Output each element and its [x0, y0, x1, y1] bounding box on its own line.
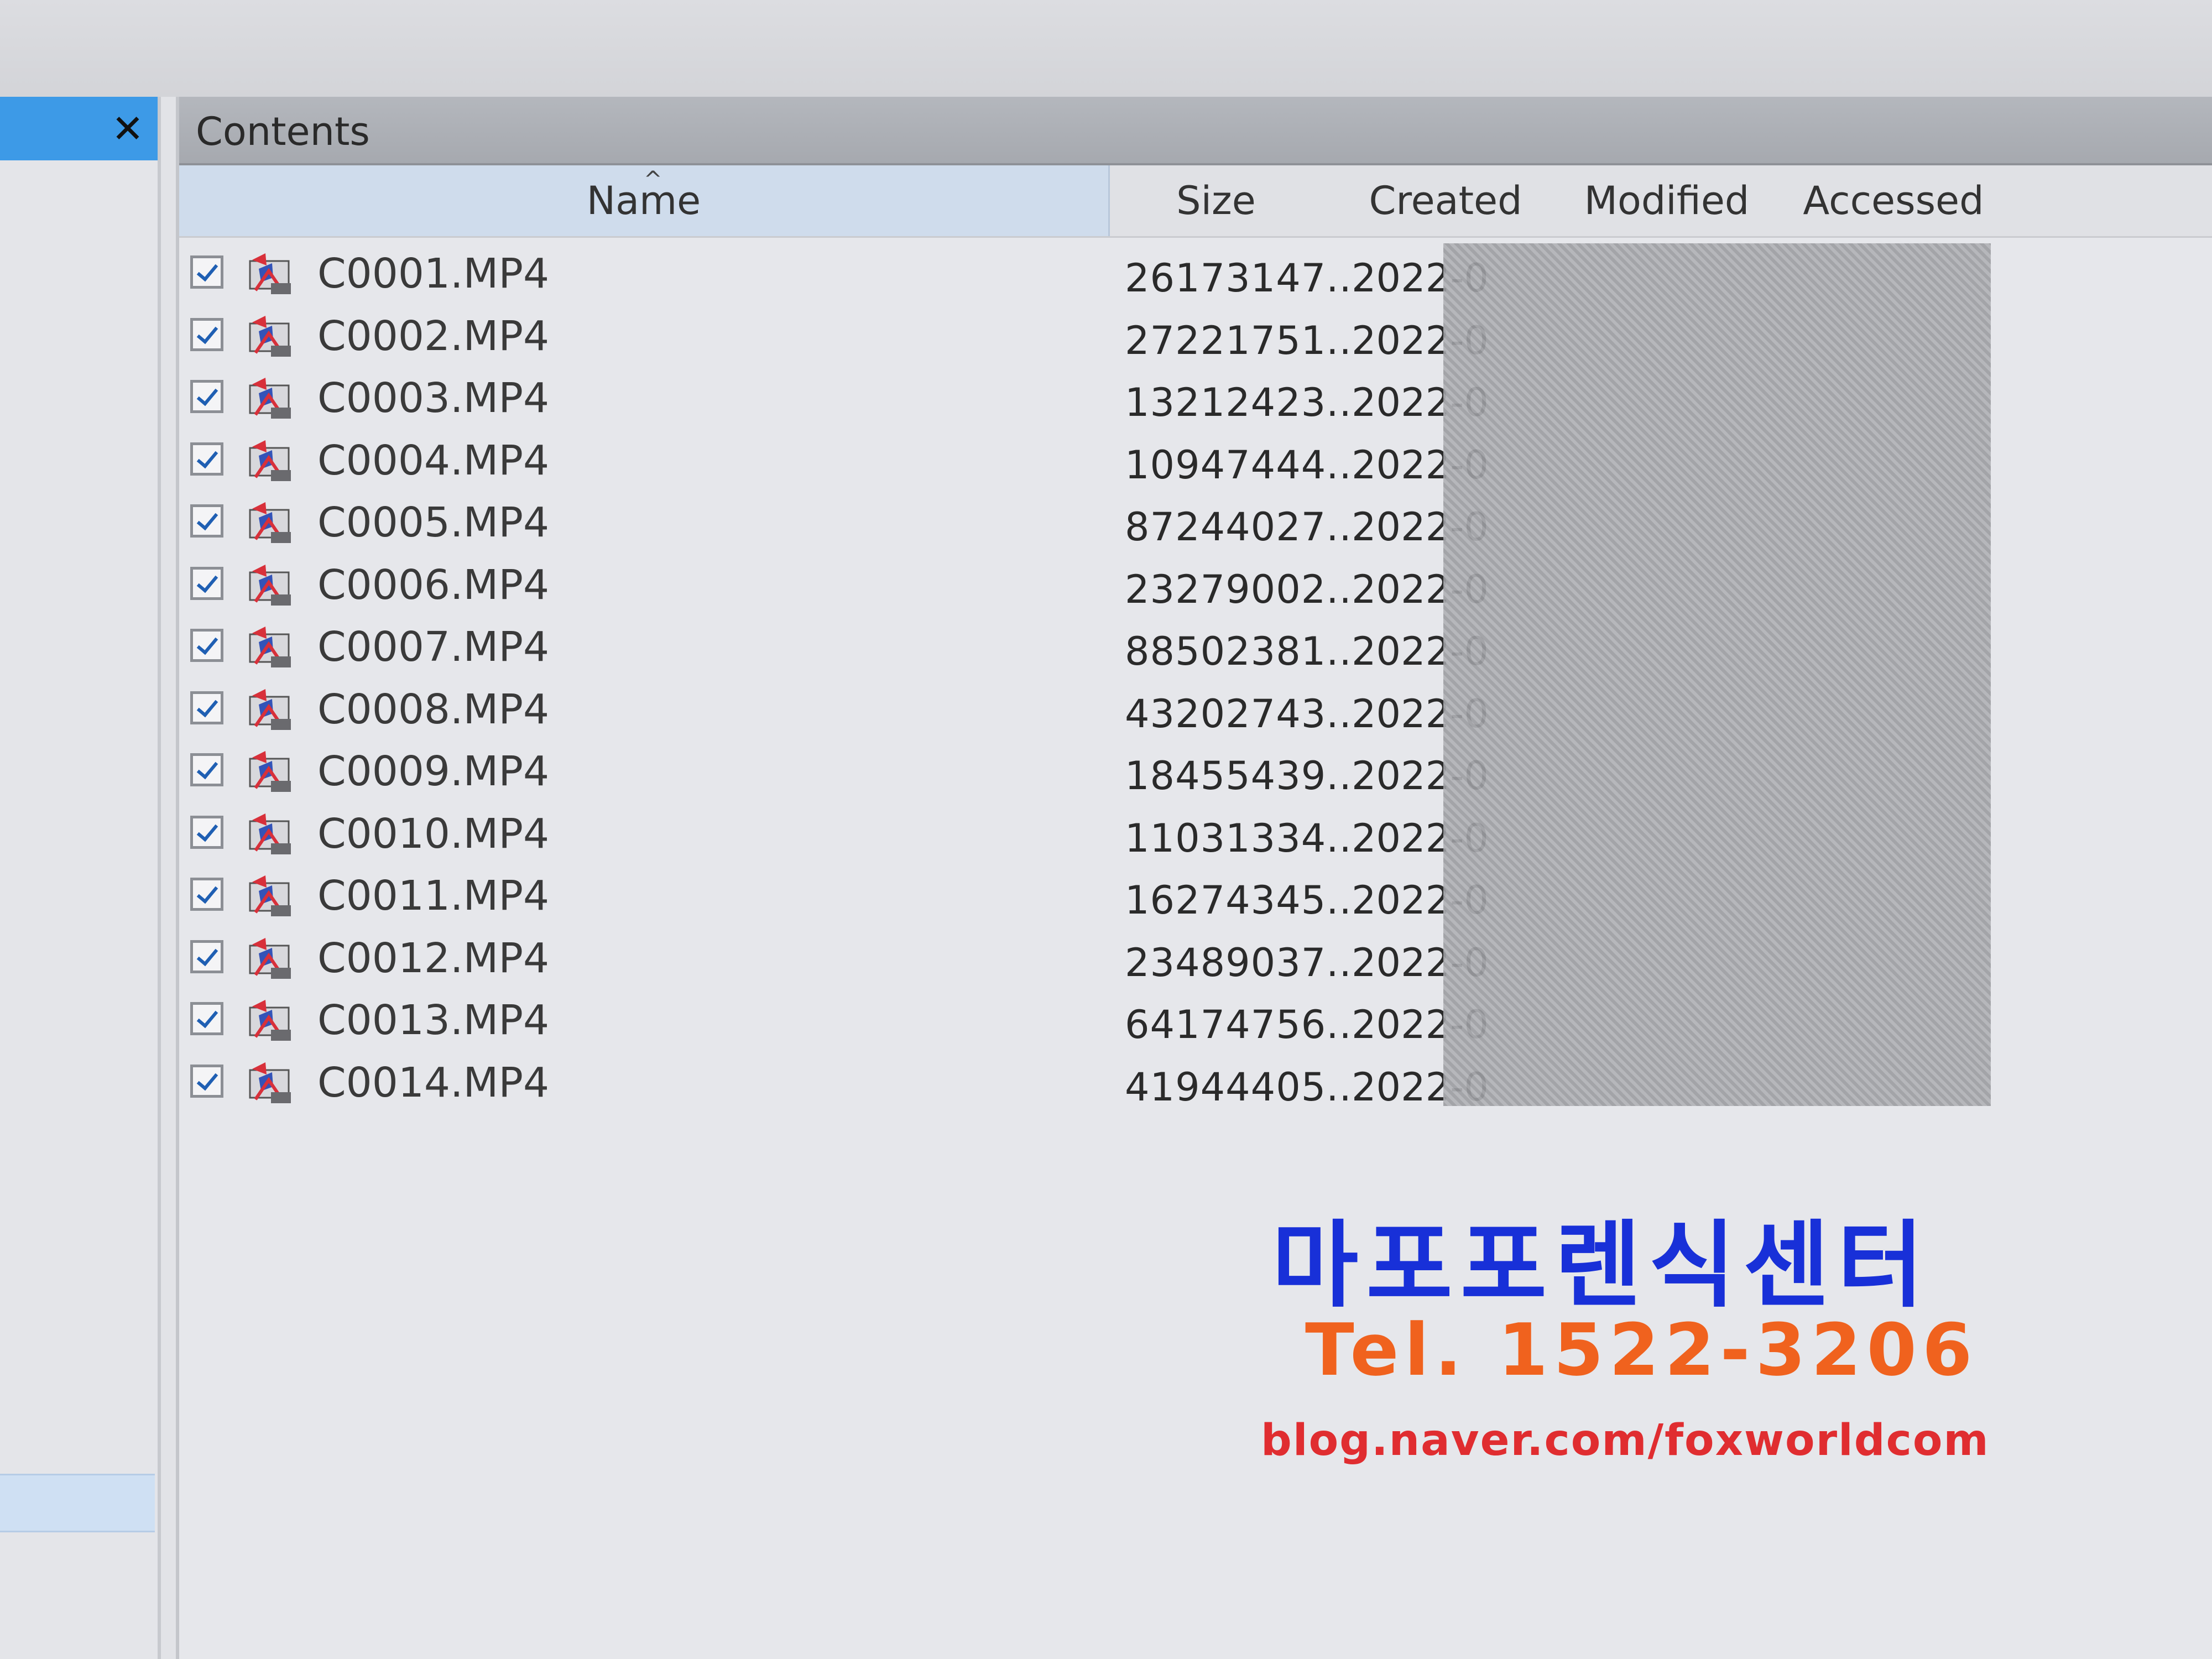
- file-name: C0013.MP4: [317, 997, 550, 1044]
- file-name: C0011.MP4: [317, 872, 550, 920]
- column-header-size[interactable]: Size: [1114, 165, 1318, 236]
- close-icon[interactable]: ✕: [106, 107, 150, 151]
- video-file-icon: [244, 622, 294, 672]
- file-name: C0007.MP4: [317, 623, 550, 671]
- video-file-icon: [244, 249, 294, 299]
- file-size: 87244027...: [1125, 504, 1365, 550]
- file-name: C0003.MP4: [317, 374, 550, 422]
- left-pane: ✕: [0, 97, 161, 1659]
- video-file-icon: [244, 933, 294, 983]
- contents-title-bar: Contents: [179, 97, 2212, 165]
- file-size: 43202743...: [1125, 691, 1365, 737]
- checked-checkbox-icon[interactable]: [190, 1002, 223, 1035]
- watermark-blog: blog.naver.com/foxworldcom: [1261, 1416, 1990, 1465]
- checked-checkbox-icon[interactable]: [190, 691, 223, 724]
- checked-checkbox-icon[interactable]: [190, 442, 223, 476]
- file-size: 64174756...: [1125, 1002, 1365, 1047]
- checked-checkbox-icon[interactable]: [190, 940, 223, 973]
- checked-checkbox-icon[interactable]: [190, 1064, 223, 1098]
- video-file-icon: [244, 995, 294, 1045]
- file-name: C0014.MP4: [317, 1058, 550, 1107]
- column-header: ^ Name Size Created Modified Accessed: [179, 165, 2212, 238]
- file-size: 23279002...: [1125, 566, 1365, 612]
- video-file-icon: [244, 1058, 294, 1108]
- video-file-icon: [244, 560, 294, 610]
- file-size: 23489037...: [1125, 940, 1365, 985]
- file-size: 16274345...: [1125, 878, 1365, 923]
- watermark-tel: Tel. 1522-3206: [1305, 1308, 1978, 1392]
- file-name: C0001.MP4: [317, 250, 550, 298]
- contents-title: Contents: [196, 109, 370, 154]
- file-size: 10947444...: [1125, 442, 1365, 488]
- file-size: 11031334...: [1125, 815, 1365, 861]
- file-name: C0008.MP4: [317, 685, 550, 733]
- checked-checkbox-icon[interactable]: [190, 815, 223, 849]
- file-name: C0006.MP4: [317, 561, 550, 609]
- checked-checkbox-icon[interactable]: [190, 380, 223, 413]
- sort-ascending-icon: ^: [644, 167, 662, 192]
- file-name: C0005.MP4: [317, 499, 550, 546]
- blurred-redaction: [1443, 243, 1991, 1106]
- video-file-icon: [244, 809, 294, 859]
- file-name: C0009.MP4: [317, 748, 550, 795]
- video-file-icon: [244, 685, 294, 734]
- file-name: C0002.MP4: [317, 312, 550, 360]
- watermark-name: 마포포렌식센터: [1272, 1211, 1932, 1321]
- column-header-accessed[interactable]: Accessed: [1788, 165, 1999, 236]
- file-name: C0010.MP4: [317, 810, 550, 858]
- video-file-icon: [244, 747, 294, 796]
- video-file-icon: [244, 871, 294, 921]
- left-pane-selected-item[interactable]: [0, 1474, 155, 1532]
- column-header-created[interactable]: Created: [1346, 165, 1545, 236]
- file-size: 41944405...: [1125, 1064, 1365, 1110]
- checked-checkbox-icon[interactable]: [190, 504, 223, 538]
- file-name: C0012.MP4: [317, 934, 550, 982]
- checked-checkbox-icon[interactable]: [190, 878, 223, 911]
- video-file-icon: [244, 373, 294, 423]
- checked-checkbox-icon[interactable]: [190, 753, 223, 786]
- video-file-icon: [244, 436, 294, 486]
- top-band: [0, 0, 2212, 97]
- file-size: 13212423...: [1125, 380, 1365, 425]
- file-size: 27221751...: [1125, 317, 1365, 363]
- checked-checkbox-icon[interactable]: [190, 629, 223, 662]
- checked-checkbox-icon[interactable]: [190, 317, 223, 351]
- column-header-name[interactable]: ^ Name: [179, 165, 1110, 236]
- video-file-icon: [244, 311, 294, 361]
- video-file-icon: [244, 498, 294, 547]
- file-size: 26173147...: [1125, 255, 1365, 301]
- checked-checkbox-icon[interactable]: [190, 566, 223, 600]
- checked-checkbox-icon[interactable]: [190, 255, 223, 289]
- column-header-modified[interactable]: Modified: [1567, 165, 1766, 236]
- file-size: 88502381...: [1125, 629, 1365, 674]
- file-size: 18455439...: [1125, 753, 1365, 799]
- left-pane-header: ✕: [0, 97, 158, 160]
- file-name: C0004.MP4: [317, 436, 550, 484]
